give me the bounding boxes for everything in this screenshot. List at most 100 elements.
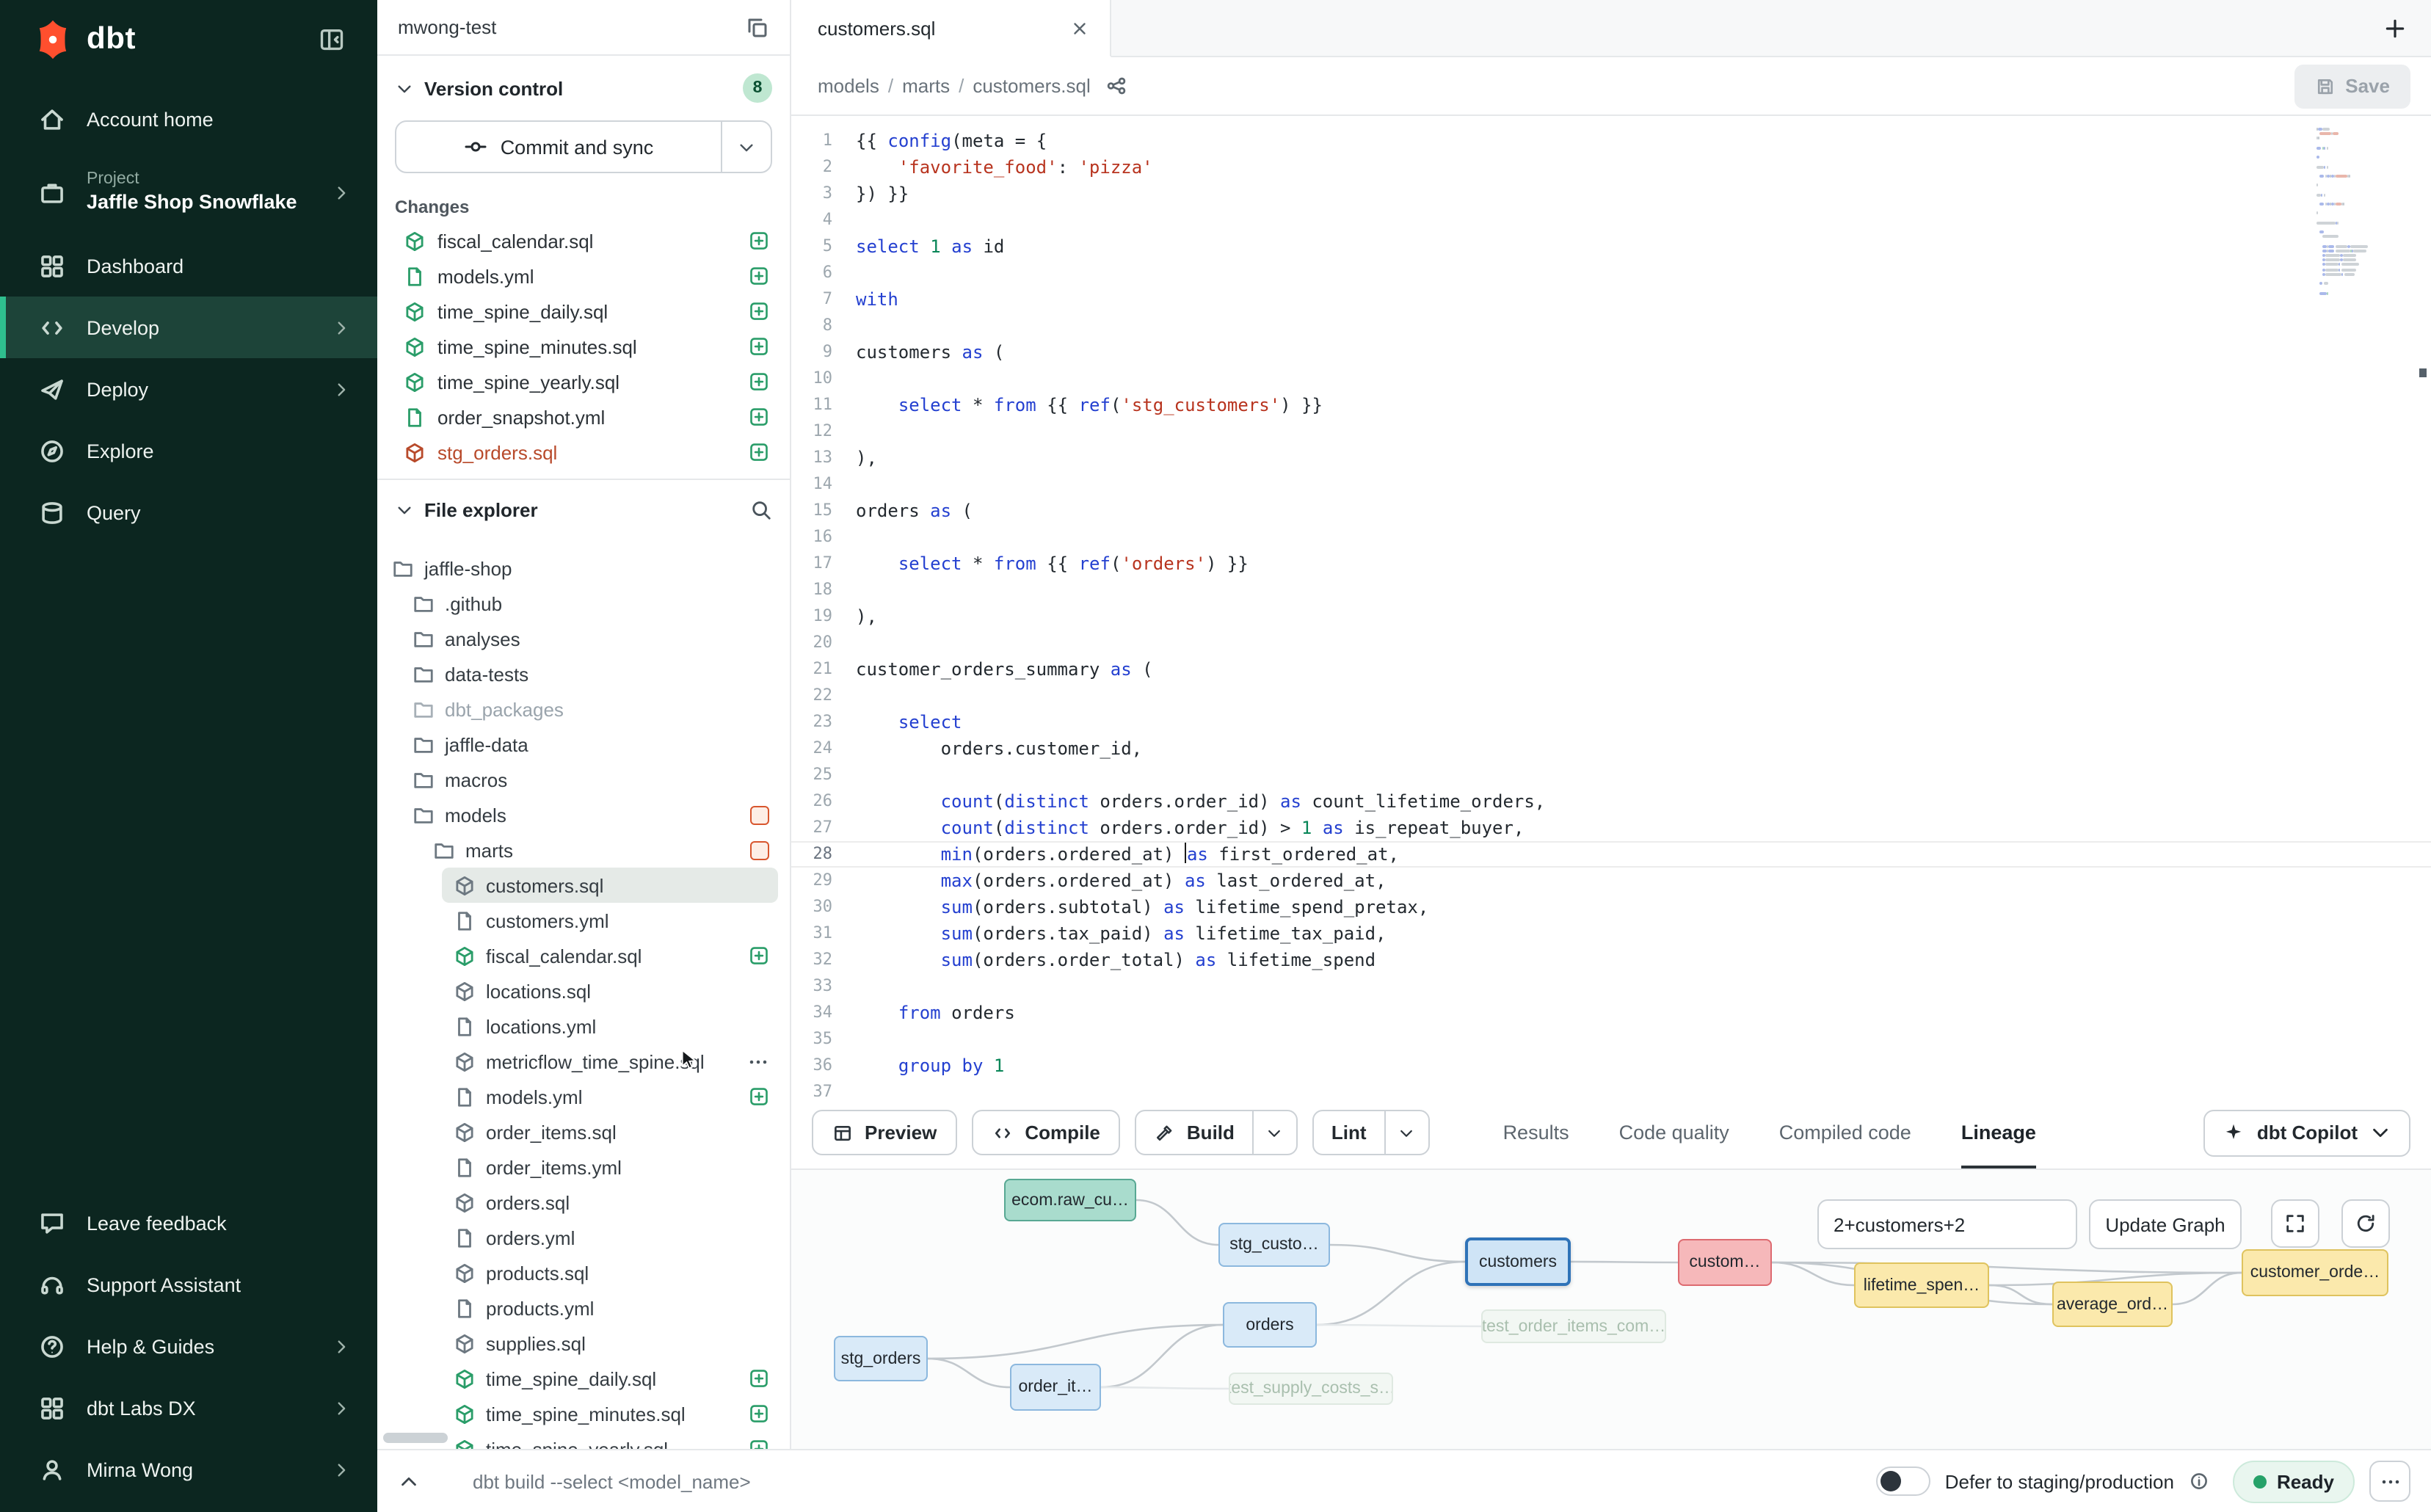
stage-file-icon[interactable] xyxy=(749,1403,769,1424)
search-icon[interactable] xyxy=(750,498,772,520)
tree-item-order-items-yml[interactable]: order_items.yml xyxy=(377,1149,790,1185)
code-line-12[interactable]: 12 xyxy=(791,418,2431,445)
view-tab-results[interactable]: Results xyxy=(1503,1097,1569,1168)
breadcrumb-item-customers-sql[interactable]: customers.sql xyxy=(973,75,1090,97)
sidebar-item-dbt-labs-dx[interactable]: dbt Labs DX xyxy=(0,1377,377,1439)
tree-item-dbt-packages[interactable]: dbt_packages xyxy=(377,691,790,727)
version-control-header[interactable]: Version control 8 xyxy=(395,68,772,109)
refresh-graph-button[interactable] xyxy=(2341,1199,2390,1248)
lineage-node-stg-orders[interactable]: stg_orders xyxy=(834,1336,928,1381)
code-line-22[interactable]: 22 xyxy=(791,683,2431,709)
lineage-node-customers[interactable]: customers xyxy=(1465,1237,1571,1286)
copy-branch-icon[interactable] xyxy=(746,15,769,39)
lineage-node-order-it[interactable]: order_it… xyxy=(1010,1364,1101,1411)
tree-item-github[interactable]: .github xyxy=(377,586,790,621)
sidebar-item-leave-feedback[interactable]: Leave feedback xyxy=(0,1192,377,1254)
build-options-button[interactable] xyxy=(1252,1111,1296,1154)
code-line-37[interactable]: 37 xyxy=(791,1079,2431,1097)
stage-file-icon[interactable] xyxy=(749,266,769,286)
tree-item-macros[interactable]: macros xyxy=(377,762,790,797)
change-item-time-spine-daily-sql[interactable]: time_spine_daily.sql xyxy=(395,294,772,329)
compile-button[interactable]: Compile xyxy=(972,1110,1121,1155)
code-line-24[interactable]: 24 orders.customer_id, xyxy=(791,735,2431,762)
code-line-18[interactable]: 18 xyxy=(791,577,2431,603)
code-line-23[interactable]: 23 select xyxy=(791,709,2431,735)
code-line-27[interactable]: 27 count(distinct orders.order_id) > 1 a… xyxy=(791,815,2431,841)
lineage-node-test-order-items-com[interactable]: test_order_items_com… xyxy=(1481,1309,1666,1343)
breadcrumb-item-models[interactable]: models xyxy=(818,75,879,97)
code-line-1[interactable]: 1{{ config(meta = { xyxy=(791,128,2431,154)
lineage-node-stg-custo[interactable]: stg_custo… xyxy=(1218,1223,1330,1267)
command-input[interactable]: dbt build --select <model_name> xyxy=(473,1470,751,1492)
code-line-7[interactable]: 7with xyxy=(791,286,2431,313)
view-tab-code-quality[interactable]: Code quality xyxy=(1619,1097,1729,1168)
sidebar-item-dashboard[interactable]: Dashboard xyxy=(0,235,377,297)
minimap[interactable] xyxy=(2316,128,2410,301)
code-editor[interactable]: 1{{ config(meta = {2 'favorite_food': 'p… xyxy=(791,116,2431,1097)
tree-item-marts[interactable]: marts xyxy=(377,832,790,868)
status-ready-badge[interactable]: Ready xyxy=(2233,1460,2355,1502)
tab-customers-sql[interactable]: customers.sql xyxy=(791,0,1111,57)
close-tab-icon[interactable] xyxy=(1070,18,1089,37)
preview-button[interactable]: Preview xyxy=(812,1110,957,1155)
code-line-8[interactable]: 8 xyxy=(791,313,2431,339)
stage-file-icon[interactable] xyxy=(749,442,769,462)
lineage-node-customer-orde[interactable]: customer_orde… xyxy=(2242,1249,2388,1296)
change-item-fiscal-calendar-sql[interactable]: fiscal_calendar.sql xyxy=(395,223,772,258)
code-line-35[interactable]: 35 xyxy=(791,1026,2431,1053)
tree-item-analyses[interactable]: analyses xyxy=(377,621,790,656)
code-line-14[interactable]: 14 xyxy=(791,471,2431,498)
lineage-node-ecom-raw-cu[interactable]: ecom.raw_cu… xyxy=(1004,1179,1136,1221)
stage-file-icon[interactable] xyxy=(749,1439,769,1449)
change-item-time-spine-yearly-sql[interactable]: time_spine_yearly.sql xyxy=(395,364,772,399)
tree-item-locations-sql[interactable]: locations.sql xyxy=(377,973,790,1008)
more-options-button[interactable] xyxy=(2369,1461,2410,1502)
code-line-5[interactable]: 5select 1 as id xyxy=(791,233,2431,260)
tree-item-customers-sql[interactable]: customers.sql xyxy=(377,868,790,903)
change-item-stg-orders-sql[interactable]: stg_orders.sql xyxy=(395,435,772,467)
code-line-3[interactable]: 3}) }} xyxy=(791,181,2431,207)
tree-item-fiscal-calendar-sql[interactable]: fiscal_calendar.sql xyxy=(377,938,790,973)
sidebar-item-user[interactable]: Mirna Wong xyxy=(0,1439,377,1500)
sidebar-item-explore[interactable]: Explore xyxy=(0,420,377,481)
code-line-13[interactable]: 13), xyxy=(791,445,2431,471)
tree-item-time-spine-minutes-sql[interactable]: time_spine_minutes.sql xyxy=(377,1396,790,1431)
sidebar-item-help-guides[interactable]: Help & Guides xyxy=(0,1315,377,1377)
new-tab-button[interactable] xyxy=(2383,15,2408,40)
view-tab-lineage[interactable]: Lineage xyxy=(1961,1097,2036,1168)
stage-file-icon[interactable] xyxy=(749,1086,769,1107)
code-line-28[interactable]: 28 min(orders.ordered_at) as first_order… xyxy=(791,841,2431,868)
stage-file-icon[interactable] xyxy=(749,945,769,966)
breadcrumb-item-marts[interactable]: marts xyxy=(902,75,950,97)
tree-item-jaffle-shop[interactable]: jaffle-shop xyxy=(377,550,790,586)
horizontal-scrollbar[interactable] xyxy=(383,1433,448,1443)
code-line-34[interactable]: 34 from orders xyxy=(791,1000,2431,1026)
info-icon[interactable] xyxy=(2189,1471,2209,1491)
sidebar-collapse-icon[interactable] xyxy=(319,26,345,53)
commit-and-sync-button[interactable]: Commit and sync xyxy=(395,120,772,173)
stage-file-icon[interactable] xyxy=(749,230,769,251)
tree-item-metricflow-time-spine-sql[interactable]: metricflow_time_spine.sql xyxy=(377,1044,790,1079)
code-line-20[interactable]: 20 xyxy=(791,630,2431,656)
change-item-models-yml[interactable]: models.yml xyxy=(395,258,772,294)
stage-file-icon[interactable] xyxy=(749,301,769,321)
fullscreen-button[interactable] xyxy=(2271,1199,2319,1248)
tree-item-supplies-sql[interactable]: supplies.sql xyxy=(377,1326,790,1361)
sidebar-item-develop[interactable]: Develop xyxy=(0,297,377,358)
code-line-2[interactable]: 2 'favorite_food': 'pizza' xyxy=(791,154,2431,181)
expand-command-bar-button[interactable] xyxy=(398,1470,420,1492)
code-line-31[interactable]: 31 sum(orders.tax_paid) as lifetime_tax_… xyxy=(791,920,2431,947)
commit-options-button[interactable] xyxy=(721,122,771,172)
lint-options-button[interactable] xyxy=(1384,1111,1428,1154)
view-tab-compiled-code[interactable]: Compiled code xyxy=(1779,1097,1911,1168)
lineage-selector-input[interactable] xyxy=(1817,1199,2077,1249)
code-line-36[interactable]: 36 group by 1 xyxy=(791,1053,2431,1079)
code-line-15[interactable]: 15orders as ( xyxy=(791,498,2431,524)
tree-item-models[interactable]: models xyxy=(377,797,790,832)
update-graph-button[interactable]: Update Graph xyxy=(2089,1199,2242,1249)
stage-file-icon[interactable] xyxy=(749,407,769,427)
code-line-11[interactable]: 11 select * from {{ ref('stg_customers')… xyxy=(791,392,2431,418)
code-line-6[interactable]: 6 xyxy=(791,260,2431,286)
tree-item-products-yml[interactable]: products.yml xyxy=(377,1290,790,1326)
change-item-time-spine-minutes-sql[interactable]: time_spine_minutes.sql xyxy=(395,329,772,364)
